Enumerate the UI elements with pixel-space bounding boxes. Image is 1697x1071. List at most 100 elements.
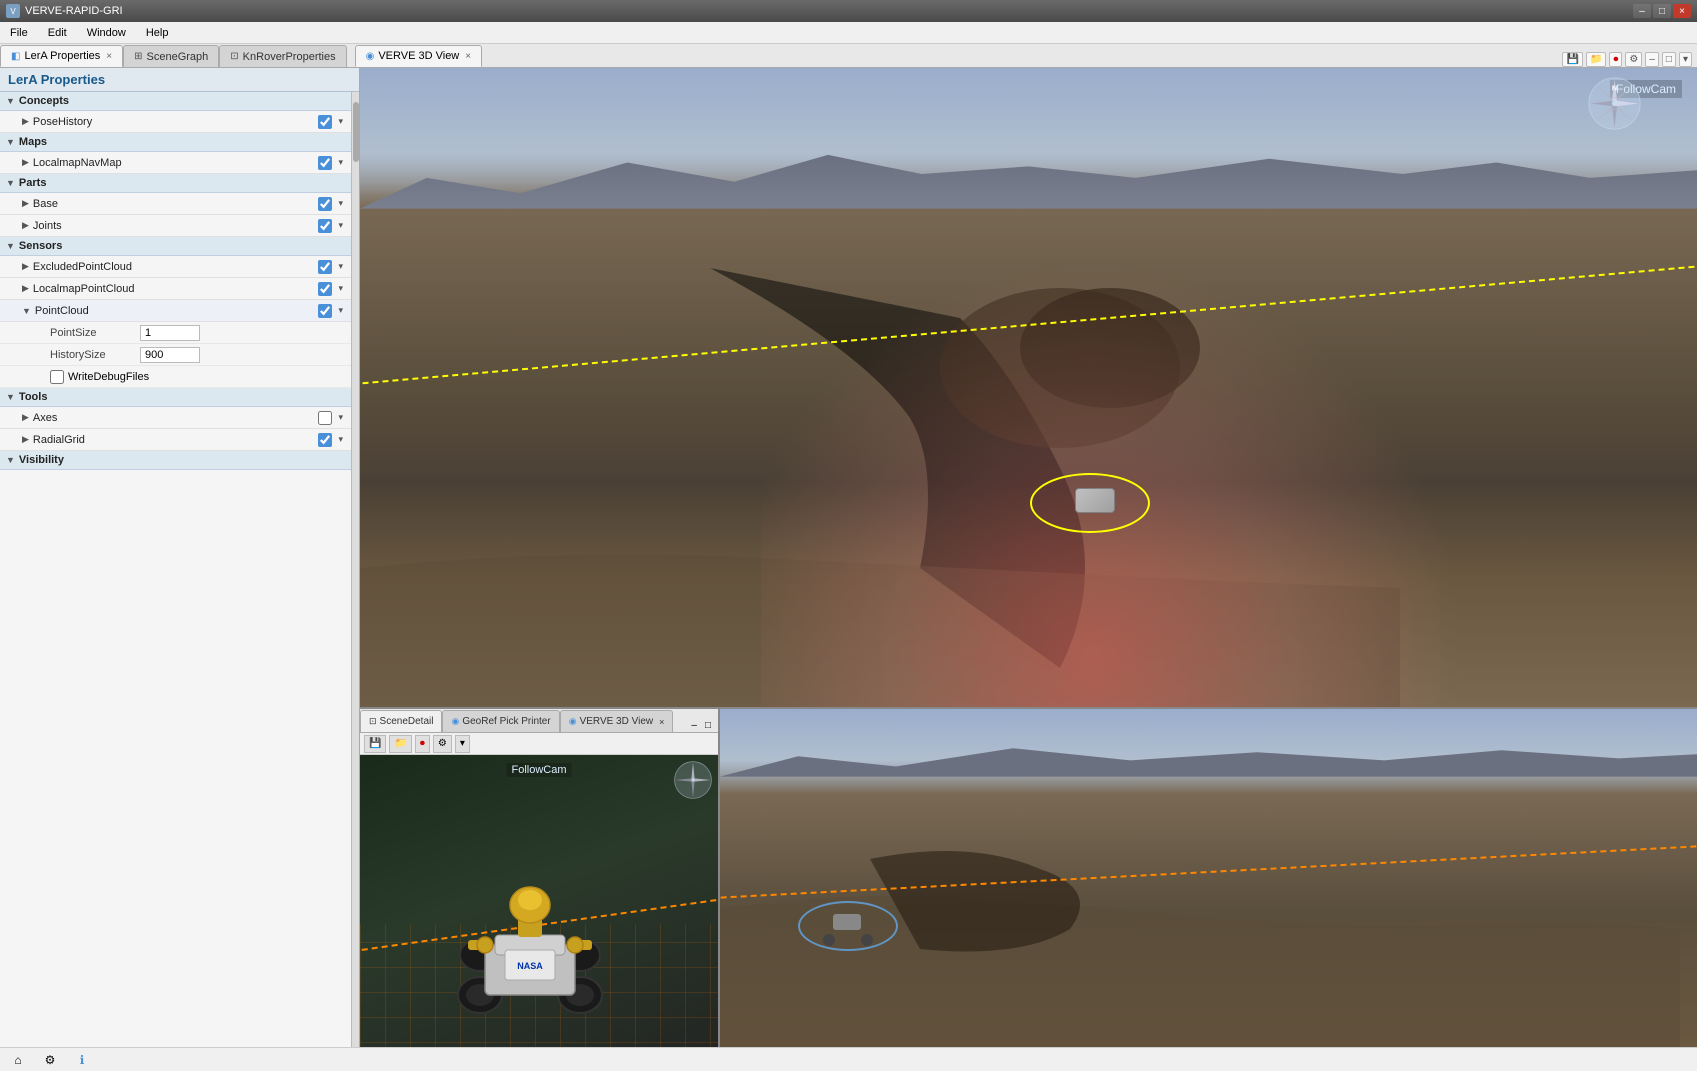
prop-radialgrid[interactable]: ▶ RadialGrid ▾	[0, 429, 351, 451]
tab-scene-graph[interactable]: ⊞ SceneGraph	[123, 45, 219, 67]
writedebug-label: WriteDebugFiles	[68, 371, 149, 383]
joints-dropdown[interactable]: ▾	[336, 219, 345, 232]
prop-excluded-pc[interactable]: ▶ ExcludedPointCloud ▾	[0, 256, 351, 278]
concepts-content: ▶ PoseHistory ▾	[0, 111, 351, 133]
axes-checkbox[interactable]	[318, 411, 332, 425]
status-info-btn[interactable]: ℹ	[72, 1050, 92, 1070]
historysize-input[interactable]	[140, 347, 200, 363]
view-tb-max[interactable]: □	[1662, 52, 1676, 67]
pose-history-expand[interactable]: ▶	[22, 116, 29, 127]
view-tb-min[interactable]: –	[1645, 52, 1659, 67]
view-tb-folder[interactable]: 📁	[1586, 52, 1606, 67]
menu-edit[interactable]: Edit	[38, 22, 77, 43]
prop-localmap-navmap[interactable]: ▶ LocalmapNavMap ▾	[0, 152, 351, 174]
bottom-sky	[720, 709, 1697, 794]
writedebug-checkbox[interactable]	[50, 370, 64, 384]
compass-rose: N	[1587, 76, 1642, 131]
prop-localmap-pc[interactable]: ▶ LocalmapPointCloud ▾	[0, 278, 351, 300]
bottom-tb-red[interactable]: ⏺	[415, 735, 430, 753]
bottom-tb-save[interactable]: 💾	[364, 735, 386, 753]
radialgrid-dropdown[interactable]: ▾	[336, 433, 345, 446]
rover-body-3d	[1075, 488, 1115, 513]
bottom-min-btn[interactable]: –	[688, 719, 700, 732]
localmap-pc-dropdown[interactable]: ▾	[336, 282, 345, 295]
section-visibility[interactable]: ▼ Visibility	[0, 451, 351, 470]
tab-georef[interactable]: ◉ GeoRef Pick Printer	[442, 710, 559, 732]
top-tab-bar: ◧ LerA Properties × ⊞ SceneGraph ⊡ KnRov…	[0, 44, 1697, 68]
title-bar-controls[interactable]: – □ ×	[1633, 4, 1691, 18]
pose-history-checkbox[interactable]	[318, 115, 332, 129]
pointcloud-dropdown[interactable]: ▾	[336, 304, 345, 317]
navmap-checkbox[interactable]	[318, 156, 332, 170]
navmap-dropdown[interactable]: ▾	[336, 156, 345, 169]
base-expand[interactable]: ▶	[22, 198, 29, 209]
section-sensors[interactable]: ▼ Sensors	[0, 237, 351, 256]
prop-pointcloud[interactable]: ▼ PointCloud ▾	[0, 300, 351, 322]
prop-pose-history[interactable]: ▶ PoseHistory ▾	[0, 111, 351, 133]
tools-content: ▶ Axes ▾ ▶ RadialGrid ▾	[0, 407, 351, 451]
app-title: VERVE-RAPID-GRI	[25, 5, 123, 17]
view-tb-circle-red[interactable]: ⏺	[1609, 52, 1622, 67]
radialgrid-expand[interactable]: ▶	[22, 434, 29, 445]
verve-3d-view[interactable]: FollowCam	[360, 68, 1697, 707]
pointcloud-checkbox[interactable]	[318, 304, 332, 318]
right-area: FollowCam	[360, 68, 1697, 1047]
view-tb-settings[interactable]: ⚙	[1625, 52, 1642, 67]
view-tb-save[interactable]: 💾	[1562, 52, 1582, 67]
close-button[interactable]: ×	[1673, 4, 1691, 18]
bottom-tb-folder[interactable]: 📁	[389, 735, 411, 753]
status-home-btn[interactable]: ⌂	[8, 1050, 28, 1070]
menu-file[interactable]: File	[0, 22, 38, 43]
axes-expand[interactable]: ▶	[22, 412, 29, 423]
section-tools[interactable]: ▼ Tools	[0, 388, 351, 407]
title-bar: V VERVE-RAPID-GRI – □ ×	[0, 0, 1697, 22]
tab-lera-properties[interactable]: ◧ LerA Properties ×	[0, 45, 123, 67]
robot-svg: NASA	[450, 845, 610, 1025]
tab-scene-detail[interactable]: ⊡ SceneDetail	[360, 710, 442, 732]
minimize-button[interactable]: –	[1633, 4, 1651, 18]
excluded-pc-expand[interactable]: ▶	[22, 261, 29, 272]
prop-base[interactable]: ▶ Base ▾	[0, 193, 351, 215]
tab-verve-3d-2[interactable]: ◉ VERVE 3D View ×	[560, 710, 674, 732]
axes-dropdown[interactable]: ▾	[336, 411, 345, 424]
section-maps[interactable]: ▼ Maps	[0, 133, 351, 152]
localmap-pc-checkbox[interactable]	[318, 282, 332, 296]
base-label: Base	[33, 198, 319, 210]
tab-close-3d[interactable]: ×	[465, 51, 471, 62]
base-dropdown[interactable]: ▾	[336, 197, 345, 210]
navmap-expand[interactable]: ▶	[22, 157, 29, 168]
bottom-tb-down[interactable]: ▾	[455, 735, 470, 753]
lera-scrollbar[interactable]	[351, 92, 359, 1047]
tab-verve-3d[interactable]: ◉ VERVE 3D View ×	[355, 45, 483, 67]
pointcloud-expand[interactable]: ▼	[22, 306, 31, 316]
pose-history-dropdown[interactable]: ▾	[336, 115, 345, 128]
verve-3d-2-close[interactable]: ×	[659, 717, 664, 727]
maximize-button[interactable]: □	[1653, 4, 1671, 18]
base-checkbox[interactable]	[318, 197, 332, 211]
bottom-max-btn[interactable]: □	[702, 719, 714, 732]
svg-text:NASA: NASA	[517, 961, 543, 971]
view-tb-down[interactable]: ▾	[1679, 52, 1692, 67]
excluded-pc-checkbox[interactable]	[318, 260, 332, 274]
menu-help[interactable]: Help	[136, 22, 179, 43]
pointsize-input[interactable]	[140, 325, 200, 341]
menu-window[interactable]: Window	[77, 22, 136, 43]
prop-axes[interactable]: ▶ Axes ▾	[0, 407, 351, 429]
bottom-right-view	[720, 709, 1697, 1047]
excluded-pc-dropdown[interactable]: ▾	[336, 260, 345, 273]
joints-expand[interactable]: ▶	[22, 220, 29, 231]
joints-checkbox[interactable]	[318, 219, 332, 233]
bottom-tab-bar: ⊡ SceneDetail ◉ GeoRef Pick Printer ◉ VE…	[360, 709, 718, 733]
svg-text:N: N	[1612, 84, 1617, 93]
tab-close-lera[interactable]: ×	[106, 51, 112, 62]
section-parts[interactable]: ▼ Parts	[0, 174, 351, 193]
prop-joints[interactable]: ▶ Joints ▾	[0, 215, 351, 237]
lera-scrollbar-thumb[interactable]	[353, 102, 359, 162]
localmap-pc-expand[interactable]: ▶	[22, 283, 29, 294]
bottom-tb-gear[interactable]: ⚙	[433, 735, 452, 753]
section-concepts[interactable]: ▼ Concepts	[0, 92, 351, 111]
status-settings-btn[interactable]: ⚙	[40, 1050, 60, 1070]
sensors-content: ▶ ExcludedPointCloud ▾ ▶ LocalmapPointCl…	[0, 256, 351, 388]
tab-kn-rover[interactable]: ⊡ KnRoverProperties	[219, 45, 346, 67]
radialgrid-checkbox[interactable]	[318, 433, 332, 447]
